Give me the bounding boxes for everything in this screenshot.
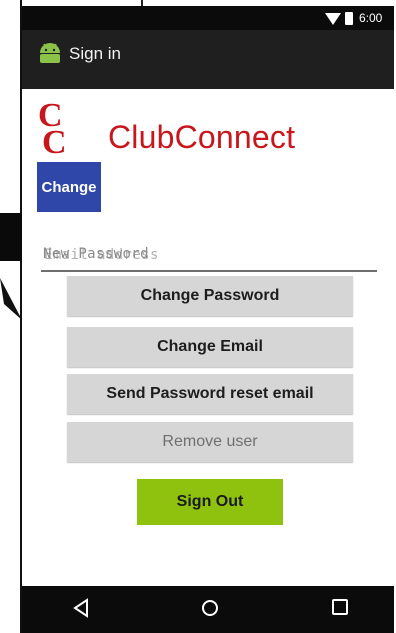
sign-out-button[interactable]: Sign Out	[137, 479, 283, 525]
input-underline	[41, 270, 377, 272]
status-bar: 6:00	[22, 6, 394, 30]
password-input[interactable]: Email address New Password	[41, 244, 377, 272]
back-icon[interactable]	[72, 598, 90, 618]
app-name: ClubConnect	[108, 119, 296, 155]
change-button[interactable]: Change	[37, 162, 101, 212]
recent-apps-icon[interactable]	[331, 598, 349, 616]
status-time: 6:00	[359, 11, 383, 25]
android-icon	[40, 43, 60, 63]
phone-screen: 6:00 Sign in C C ClubConnect Change Emai…	[22, 6, 394, 633]
change-password-button[interactable]: Change Password	[67, 276, 353, 316]
action-bar-title: Sign in	[69, 44, 121, 63]
remove-user-button[interactable]: Remove user	[67, 422, 353, 462]
send-password-reset-button[interactable]: Send Password reset email	[67, 374, 353, 414]
change-email-button[interactable]: Change Email	[67, 327, 353, 367]
annotation-block	[0, 213, 22, 261]
annotation-arrow-icon	[0, 278, 22, 320]
home-icon[interactable]	[200, 598, 220, 618]
navigation-bar	[22, 586, 394, 633]
wifi-icon	[325, 13, 341, 25]
clubconnect-logo-icon: C C	[38, 98, 67, 156]
svg-text:C: C	[42, 124, 67, 156]
password-input-hint-a: New Password	[43, 246, 149, 262]
battery-icon	[345, 12, 353, 25]
action-bar: Sign in	[22, 30, 394, 89]
